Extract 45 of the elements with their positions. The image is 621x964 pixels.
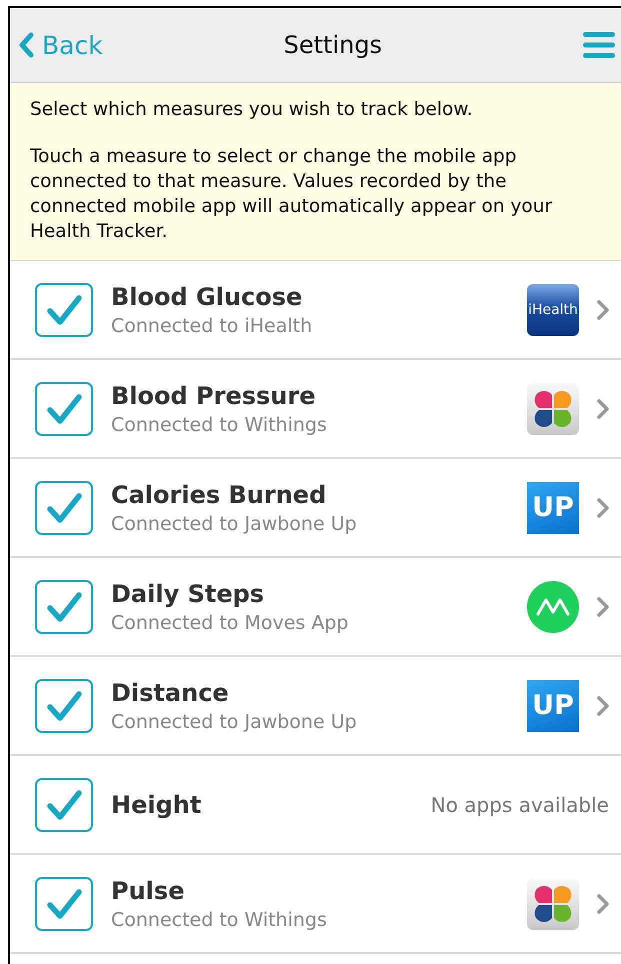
measure-name: Calories Burned bbox=[111, 480, 328, 508]
measure-name: Pulse bbox=[111, 876, 186, 904]
checkbox[interactable] bbox=[35, 580, 93, 634]
clover-icon bbox=[527, 878, 579, 930]
measure-row[interactable]: Blood Pressure Connected to Withings bbox=[10, 360, 621, 459]
app-logo: UP bbox=[527, 482, 579, 534]
chevron-right-icon bbox=[597, 498, 609, 518]
measure-row[interactable]: Pulse Connected to Withings bbox=[10, 855, 621, 954]
connection-text: Connected to iHealth bbox=[111, 314, 314, 336]
measure-name: Blood Pressure bbox=[111, 382, 317, 410]
chevron-left-icon bbox=[18, 32, 34, 58]
checkbox[interactable] bbox=[35, 282, 93, 336]
checkbox[interactable] bbox=[35, 876, 93, 930]
chevron-right-icon bbox=[597, 300, 609, 320]
measure-row[interactable]: Calories Burned Connected to Jawbone Up UP bbox=[10, 459, 621, 558]
chevron-right-icon bbox=[597, 398, 609, 418]
measure-name: Height bbox=[111, 790, 202, 818]
app-logo: iHealth bbox=[527, 284, 579, 336]
chevron-right-icon bbox=[597, 894, 609, 914]
app-logo: UP bbox=[527, 680, 579, 732]
connection-text: Connected to Jawbone Up bbox=[111, 512, 358, 534]
page-title: Settings bbox=[284, 31, 382, 59]
info-text: Select which measures you wish to track below. bbox=[30, 98, 474, 122]
connection-text: Connected to Moves App bbox=[111, 612, 350, 634]
clover-icon bbox=[527, 382, 579, 434]
measure-name: Distance bbox=[111, 678, 230, 706]
connection-text: Connected to Jawbone Up bbox=[111, 710, 358, 732]
measure-row[interactable]: Height No apps available bbox=[10, 756, 621, 855]
measure-name: Daily Steps bbox=[111, 580, 266, 608]
measure-row[interactable]: Daily Steps Connected to Moves App bbox=[10, 558, 621, 657]
measure-row[interactable]: Distance Connected to Jawbone Up UP bbox=[10, 657, 621, 756]
measure-name: Blood Glucose bbox=[111, 282, 304, 310]
info-text: Touch a measure to select or change the mobile app connected to that measure. Values recorded by the connected mobile app will automatically appear on your Health Tracker. bbox=[30, 145, 554, 244]
menu-icon[interactable] bbox=[582, 32, 615, 58]
moves-icon bbox=[527, 580, 579, 632]
status-text: No apps available bbox=[430, 792, 609, 816]
checkbox[interactable] bbox=[35, 480, 93, 534]
checkbox[interactable] bbox=[35, 678, 93, 732]
checkbox[interactable] bbox=[35, 382, 93, 436]
measure-row[interactable]: Blood Glucose Connected to iHealth iHealth bbox=[10, 261, 621, 360]
connection-text: Connected to Withings bbox=[111, 414, 328, 436]
checkbox[interactable] bbox=[35, 778, 93, 832]
chevron-right-icon bbox=[597, 596, 609, 616]
chevron-right-icon bbox=[597, 696, 609, 716]
connection-text: Connected to Withings bbox=[111, 908, 328, 930]
